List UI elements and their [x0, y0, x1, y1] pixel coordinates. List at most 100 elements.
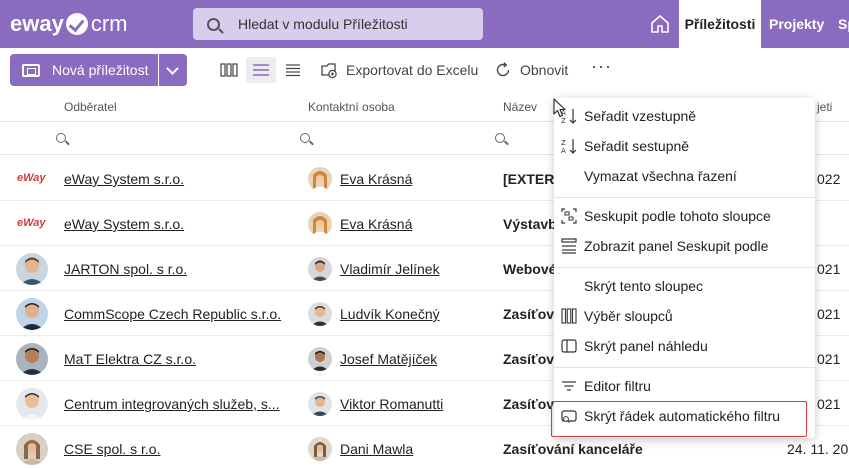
- column-header-name[interactable]: Název: [503, 100, 537, 116]
- menu-item-filter-editor[interactable]: Editor filtru: [554, 371, 815, 401]
- menu-label: Vymazat všechna řazení: [584, 168, 737, 184]
- menu-item-show-group-panel[interactable]: Zobrazit panel Seskupit podle: [554, 231, 815, 261]
- customer-link[interactable]: eWay System s.r.o.: [64, 216, 184, 232]
- avatar: [308, 437, 332, 461]
- menu-label: Seřadit vzestupně: [584, 108, 697, 124]
- refresh-label: Obnovit: [520, 62, 569, 78]
- nav-tab-more[interactable]: Sp: [838, 0, 849, 48]
- new-opportunity-label: Nová příležitost: [52, 62, 149, 78]
- group-by-icon: [561, 208, 577, 224]
- menu-item-hide-column[interactable]: Skrýt tento sloupec: [554, 271, 815, 301]
- contact-link[interactable]: Eva Krásná: [340, 216, 412, 232]
- avatar: [16, 433, 48, 465]
- avatar: [16, 388, 48, 420]
- list-view-icon: [253, 64, 269, 76]
- opportunity-name: Zasíťování kanceláře: [503, 441, 643, 457]
- refresh-icon: [496, 62, 510, 77]
- filter-search-icon[interactable]: [300, 133, 310, 143]
- logo-suffix: crm: [90, 11, 128, 36]
- nav-tab-opportunities[interactable]: Příležitosti: [679, 0, 761, 48]
- menu-label: Zobrazit panel Seskupit podle: [584, 238, 769, 254]
- app-logo[interactable]: eway crm: [10, 10, 127, 38]
- avatar: [308, 212, 332, 236]
- menu-item-hide-preview-panel[interactable]: Skrýt panel náhledu: [554, 331, 815, 361]
- export-label: Exportovat do Excelu: [346, 62, 479, 78]
- opportunity-date: 021: [817, 261, 841, 277]
- column-header-date[interactable]: jeti: [817, 100, 832, 116]
- new-opportunity-dropdown-button[interactable]: [159, 54, 187, 86]
- toolbar: Nová příležitost Exportovat do Excelu Ob…: [0, 48, 849, 92]
- menu-item-column-chooser[interactable]: Výběr sloupců: [554, 301, 815, 331]
- contact-link[interactable]: Viktor Romanutti: [340, 396, 443, 412]
- more-options-button[interactable]: ···: [591, 57, 611, 77]
- menu-label: Skrýt tento sloupec: [584, 278, 704, 294]
- customer-link[interactable]: Centrum integrovaných služeb, s...: [64, 396, 280, 412]
- menu-label: Editor filtru: [584, 378, 651, 394]
- highlight-frame: [551, 401, 807, 437]
- search-icon: [207, 17, 220, 31]
- opportunity-date: 021: [817, 351, 841, 367]
- contact-link[interactable]: Eva Krásná: [340, 171, 412, 187]
- new-opportunity-button[interactable]: Nová příležitost: [10, 54, 158, 86]
- top-bar: eway crm Hledat v modulu Příležitosti Př…: [0, 0, 849, 48]
- contact-link[interactable]: Ludvík Konečný: [340, 306, 440, 322]
- view-compact-button[interactable]: [278, 57, 308, 83]
- svg-text:Z: Z: [561, 139, 566, 147]
- home-icon[interactable]: [648, 12, 672, 36]
- menu-separator: [554, 267, 815, 268]
- company-logo: eWay: [17, 217, 46, 229]
- customer-link[interactable]: MaT Elektra CZ s.r.o.: [64, 351, 196, 367]
- opportunity-card-icon: [22, 63, 40, 77]
- menu-item-clear-sorting[interactable]: Vymazat všechna řazení: [554, 161, 815, 191]
- export-excel-button[interactable]: Exportovat do Excelu: [320, 54, 478, 86]
- column-header-contact[interactable]: Kontaktní osoba: [308, 100, 395, 116]
- column-header-customer[interactable]: Odběratel: [64, 100, 117, 116]
- sort-descending-icon: Z A: [561, 139, 577, 155]
- menu-label: Skrýt panel náhledu: [584, 338, 708, 354]
- opportunity-date: 24. 11. 2021: [787, 441, 849, 457]
- nav-tab-projects[interactable]: Projekty: [769, 0, 824, 48]
- avatar: [308, 347, 332, 371]
- contact-link[interactable]: Dani Mawla: [340, 441, 413, 457]
- search-placeholder: Hledat v modulu Příležitosti: [238, 16, 408, 32]
- group-panel-icon: [561, 238, 577, 254]
- customer-link[interactable]: eWay System s.r.o.: [64, 171, 184, 187]
- menu-item-group-by-column[interactable]: Seskupit podle tohoto sloupce: [554, 201, 815, 231]
- customer-link[interactable]: CSE spol. s r.o.: [64, 441, 160, 457]
- module-search-input[interactable]: Hledat v modulu Příležitosti: [193, 8, 483, 40]
- filter-search-icon[interactable]: [495, 133, 505, 143]
- export-icon: [321, 63, 337, 79]
- avatar: [308, 302, 332, 326]
- contact-link[interactable]: Josef Matějíček: [340, 351, 437, 367]
- opportunity-date: 021: [817, 396, 841, 412]
- company-logo: eWay: [17, 172, 46, 184]
- svg-text:A: A: [561, 147, 566, 155]
- menu-separator: [554, 367, 815, 368]
- column-context-menu: A Z Seřadit vzestupně Z A Seřadit sestup…: [554, 98, 815, 438]
- check-icon: [65, 13, 88, 35]
- opportunity-date: 022: [817, 171, 841, 187]
- avatar: [308, 392, 332, 416]
- compact-list-icon: [286, 64, 300, 77]
- filter-editor-icon: [562, 381, 576, 391]
- refresh-button[interactable]: Obnovit: [494, 54, 568, 86]
- menu-item-sort-descending[interactable]: Z A Seřadit sestupně: [554, 131, 815, 161]
- view-list-button[interactable]: [246, 57, 276, 83]
- customer-link[interactable]: JARTON spol. s r.o.: [64, 261, 187, 277]
- menu-item-sort-ascending[interactable]: A Z Seřadit vzestupně: [554, 101, 815, 131]
- menu-label: Seřadit sestupně: [584, 138, 690, 154]
- menu-label: Seskupit podle tohoto sloupce: [584, 208, 771, 224]
- avatar: [16, 343, 48, 375]
- mouse-cursor-icon: [553, 98, 566, 118]
- menu-label: Výběr sloupců: [584, 308, 673, 324]
- column-chooser-icon: [561, 308, 577, 324]
- customer-link[interactable]: CommScope Czech Republic s.r.o.: [64, 306, 281, 322]
- menu-separator: [554, 197, 815, 198]
- avatar: [16, 298, 48, 330]
- preview-panel-icon: [561, 339, 577, 353]
- contact-link[interactable]: Vladimír Jelínek: [340, 261, 440, 277]
- filter-search-icon[interactable]: [56, 133, 66, 143]
- view-columns-button[interactable]: [214, 57, 244, 83]
- avatar: [308, 167, 332, 191]
- opportunity-date: 021: [817, 306, 841, 322]
